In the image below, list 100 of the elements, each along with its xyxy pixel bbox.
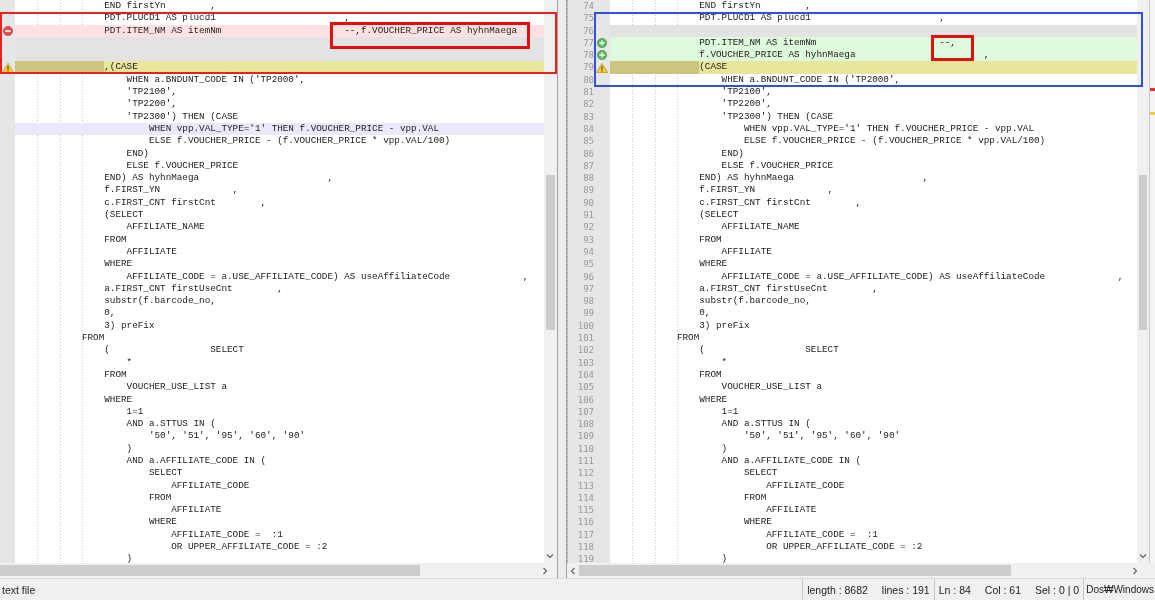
line-number: 98 (582, 295, 594, 308)
code-line: AFFILIATE_CODE = a.USE_AFFILIATE_CODE) AS useAffiliateCode , (125, 270, 530, 283)
code-line: AND a.STTUS IN ( (125, 418, 217, 431)
code-line: AND a.AFFILIATE_CODE IN ( (125, 455, 268, 468)
code-line: FROM (80, 332, 106, 345)
vertical-scrollbar[interactable] (1137, 0, 1149, 563)
code-line: AFFILIATE_NAME (125, 221, 206, 234)
status-text: text file (1, 583, 37, 596)
line-number: 82 (582, 98, 594, 111)
plus-icon (597, 38, 607, 49)
code-line: ) (125, 442, 134, 455)
chevron-down-icon[interactable] (546, 552, 554, 560)
line-number: 109 (576, 430, 594, 443)
chevron-down-icon[interactable] (1139, 552, 1147, 560)
code-line: AFFILIATE_CODE = :1 (765, 528, 879, 542)
code-line: 0, (103, 307, 117, 320)
line-number: 84 (582, 122, 594, 136)
code-line: ELSE f.VOUCHER_PRICE - (f.VOUCHER_PRICE * vpp.VAL/100) (742, 135, 1047, 148)
minus-icon (2, 25, 13, 36)
warning-icon (1, 62, 14, 73)
code-line: END firstYn , (103, 0, 217, 13)
status-text: Dos₩Windows (1086, 584, 1154, 595)
code-line: 1=1 (125, 405, 145, 419)
line-number: 77 (582, 36, 594, 50)
line-number: 85 (582, 135, 594, 148)
code-line: AFFILIATE_CODE = a.USE_AFFILIATE_CODE) AS useAffiliateCode , (720, 270, 1125, 283)
code-line: f.FIRST_YN , (103, 184, 240, 197)
code-line: AFFILIATE_NAME (720, 221, 801, 234)
code-line: FROM (103, 233, 128, 246)
line-number: 97 (582, 282, 594, 296)
code-line: FROM (698, 233, 723, 246)
code-line: '50', '51', '95', '60', '90' (147, 430, 307, 443)
chevron-right-icon[interactable] (541, 567, 549, 575)
code-line: 3) preFix (103, 319, 156, 332)
line-number: 114 (576, 491, 594, 505)
code-line: FROM (742, 491, 768, 505)
scrollbar-thumb[interactable] (1139, 175, 1147, 330)
line-number: 95 (582, 258, 594, 271)
code-line: 'TP2100', (125, 86, 178, 99)
scrollbar-thumb[interactable] (546, 175, 555, 330)
chevron-left-icon[interactable] (569, 567, 577, 575)
line-number: 119 (576, 553, 594, 563)
code-line: WHEN a.BNDUNT_CODE IN ('TP2000', (125, 73, 307, 87)
code-line: FROM (675, 332, 701, 345)
status-text: length : 8682 (807, 583, 868, 596)
code-line: WHERE (147, 516, 178, 529)
code-line: AFFILIATE (125, 245, 178, 259)
horizontal-scrollbar[interactable] (0, 563, 557, 578)
code-line: 'TP2300') THEN (CASE (125, 110, 240, 123)
code-line: 'TP2300') THEN (CASE (720, 110, 835, 123)
code-line: ELSE f.VOUCHER_PRICE (125, 159, 240, 173)
line-number: 93 (582, 233, 594, 246)
code-line: PDT.PLUCD1 AS plucd1 , (103, 12, 351, 25)
line-number: 75 (582, 12, 594, 25)
line-number: 90 (582, 196, 594, 210)
code-line: WHERE (698, 393, 729, 406)
status-text: Col : 61 (984, 583, 1022, 596)
code-line: FROM (147, 491, 173, 505)
code-line: (SELECT (103, 209, 145, 222)
code-line: * (125, 356, 134, 369)
line-number: 81 (582, 86, 594, 99)
line-number: 100 (576, 319, 594, 332)
code-line: ( SELECT (103, 344, 245, 357)
line-number: 111 (576, 455, 594, 468)
code-line: ) (720, 442, 729, 455)
code-line: WHERE (103, 258, 134, 271)
line-number: 113 (576, 479, 594, 492)
code-line: PDT.PLUCD1 AS plucd1 , (698, 12, 946, 25)
line-number: 79 (582, 61, 594, 74)
code-line: AFFILIATE_CODE (170, 479, 251, 492)
code-line: AFFILIATE (720, 245, 773, 259)
line-number: 86 (582, 147, 594, 160)
code-line: substr(f.barcode_no, (698, 295, 812, 308)
line-number: 78 (582, 49, 594, 62)
line-number: 76 (582, 24, 594, 37)
scrollbar-thumb[interactable] (0, 565, 420, 576)
line-number: 116 (576, 516, 594, 529)
code-line: VOUCHER_USE_LIST a (125, 381, 228, 394)
code-line: ) (720, 553, 729, 563)
code-line: AFFILIATE_CODE = :1 (170, 528, 284, 542)
code-line: 'TP2200', (125, 98, 178, 111)
code-line: f.FIRST_YN , (698, 184, 835, 197)
vertical-scrollbar[interactable] (544, 0, 557, 563)
code-line: END) (125, 147, 150, 160)
horizontal-scrollbar[interactable] (567, 563, 1155, 578)
line-number: 74 (582, 0, 594, 13)
code-line: OR UPPER_AFFILIATE_CODE = :2 (765, 541, 924, 554)
line-number: 92 (582, 221, 594, 234)
line-number: 99 (582, 307, 594, 320)
line-number: 117 (576, 528, 594, 542)
line-number: 112 (576, 467, 594, 480)
line-number: 110 (576, 442, 594, 455)
code-line: c.FIRST_CNT firstCnt , (698, 196, 863, 210)
chevron-right-icon[interactable] (1131, 567, 1139, 575)
code-line: OR UPPER_AFFILIATE_CODE = :2 (170, 541, 329, 554)
plus-icon (597, 50, 607, 61)
code-line: SELECT (147, 467, 184, 480)
scrollbar-thumb[interactable] (579, 565, 1011, 576)
code-line: ( SELECT (698, 344, 840, 357)
line-number: 80 (582, 73, 594, 87)
